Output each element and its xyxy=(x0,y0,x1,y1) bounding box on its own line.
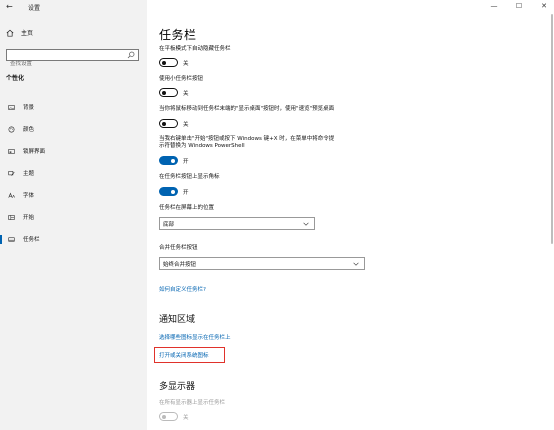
setting-label-peek: 当你将鼠标移动到任务栏末端的"显示桌面"按钮时，使用"速览"预览桌面 xyxy=(159,106,335,112)
position-label: 任务栏在屏幕上的位置 xyxy=(159,205,215,211)
section-heading: 个性化 xyxy=(6,75,25,82)
toggle-switch[interactable] xyxy=(159,412,178,421)
toggle-switch[interactable] xyxy=(159,156,178,165)
dropdown-value: 始终合并按钮 xyxy=(163,261,197,268)
main-content: 任务栏 在平板模式下自动隐藏任务栏 关 使用小任务栏按钮 关 当你将鼠标移动到任… xyxy=(159,0,539,430)
search-box[interactable] xyxy=(6,49,139,69)
toggle-switch[interactable] xyxy=(159,88,178,97)
dropdown-value: 底部 xyxy=(163,221,175,228)
sidebar-item-label: 主页 xyxy=(21,30,34,37)
titlebar-left: ← 设置 xyxy=(0,0,147,16)
sidebar-item-themes[interactable]: 主题 xyxy=(0,162,147,184)
sidebar-item-label: 字体 xyxy=(23,193,35,199)
sidebar-item-label: 开始 xyxy=(23,215,35,221)
font-icon xyxy=(8,192,15,198)
sidebar-item-background[interactable]: 背景 xyxy=(0,96,147,118)
sidebar-item-label: 颜色 xyxy=(23,127,35,133)
toggle-badges: 开 xyxy=(159,187,189,196)
sidebar-nav: 背景 颜色 锁屏界面 主题 字体 开始 任务栏 xyxy=(0,96,147,250)
setting-label-badges: 在任务栏按钮上显示角标 xyxy=(159,174,220,180)
toggle-multi-display: 关 xyxy=(159,412,189,421)
toggle-state: 开 xyxy=(183,158,189,165)
chevron-down-icon xyxy=(353,262,359,266)
close-button[interactable]: ✕ xyxy=(540,2,548,10)
image-icon xyxy=(8,104,15,110)
chevron-down-icon xyxy=(303,222,309,226)
sidebar-item-start[interactable]: 开始 xyxy=(0,206,147,228)
toggle-state: 关 xyxy=(183,90,189,97)
toggle-switch[interactable] xyxy=(159,119,178,128)
sidebar: ← 设置 主页 个性化 背景 颜色 锁屏界面 主题 字体 xyxy=(0,0,147,430)
toggle-switch[interactable] xyxy=(159,58,178,67)
sidebar-item-label: 背景 xyxy=(23,105,35,111)
theme-brush-icon xyxy=(8,170,15,176)
back-arrow-icon[interactable]: ← xyxy=(6,2,13,11)
sidebar-item-fonts[interactable]: 字体 xyxy=(0,184,147,206)
sidebar-item-lock-screen[interactable]: 锁屏界面 xyxy=(0,140,147,162)
sidebar-item-label: 主题 xyxy=(23,171,35,177)
position-dropdown[interactable]: 底部 xyxy=(159,217,315,230)
toggle-switch[interactable] xyxy=(159,187,178,196)
taskbar-icon xyxy=(8,236,15,242)
scrollbar[interactable] xyxy=(551,14,553,244)
toggle-powershell: 开 xyxy=(159,156,189,165)
multiple-displays-heading: 多显示器 xyxy=(159,382,196,392)
search-input[interactable] xyxy=(7,59,125,69)
sidebar-item-label: 锁屏界面 xyxy=(23,149,46,155)
palette-icon xyxy=(8,126,15,132)
setting-label-small-buttons: 使用小任务栏按钮 xyxy=(159,76,204,82)
combine-label: 合并任务栏按钮 xyxy=(159,245,198,251)
toggle-small-buttons: 关 xyxy=(159,88,189,97)
toggle-peek: 关 xyxy=(159,119,189,128)
home-icon xyxy=(6,29,14,37)
toggle-state: 关 xyxy=(183,60,189,67)
window-title: 设置 xyxy=(28,5,41,12)
sidebar-item-colors[interactable]: 颜色 xyxy=(0,118,147,140)
setting-label-powershell-line2: 示符替换为 Windows PowerShell xyxy=(159,143,245,149)
select-icons-link[interactable]: 选择哪些图标显示在任务栏上 xyxy=(159,333,231,341)
notification-area-heading: 通知区域 xyxy=(159,315,196,325)
multi-display-label: 在所有显示器上显示任务栏 xyxy=(159,400,226,406)
sidebar-item-label: 任务栏 xyxy=(23,237,40,243)
lock-screen-icon xyxy=(8,148,15,154)
toggle-state: 开 xyxy=(183,189,189,196)
sidebar-item-home[interactable]: 主页 xyxy=(6,28,33,37)
setting-label-powershell-line1: 当我右键单击"开始"按钮或按下 Windows 键+X 时，在菜单中将命令提 xyxy=(159,136,335,142)
start-grid-icon xyxy=(8,214,15,220)
toggle-state: 关 xyxy=(183,121,189,128)
toggle-state: 关 xyxy=(183,414,189,421)
search-icon[interactable] xyxy=(127,51,135,59)
customize-taskbar-link[interactable]: 如何自定义任务栏? xyxy=(159,285,206,293)
page-title: 任务栏 xyxy=(159,28,197,42)
sidebar-item-taskbar[interactable]: 任务栏 xyxy=(0,228,147,250)
highlight-box xyxy=(154,347,225,363)
toggle-tablet-autohide: 关 xyxy=(159,58,189,67)
combine-dropdown[interactable]: 始终合并按钮 xyxy=(159,257,365,270)
setting-label-tablet-autohide: 在平板模式下自动隐藏任务栏 xyxy=(159,46,231,52)
